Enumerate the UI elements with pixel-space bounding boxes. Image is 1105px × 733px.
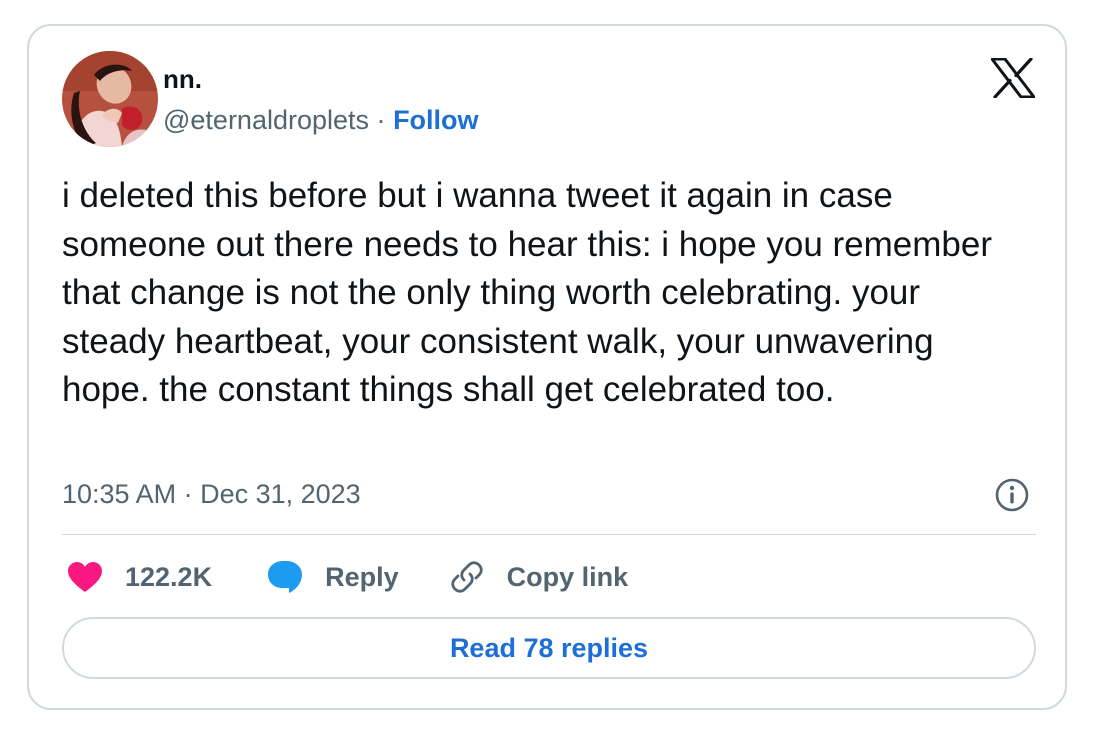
heart-icon <box>68 562 102 592</box>
speech-bubble-icon <box>268 561 303 593</box>
author-name[interactable]: nn. <box>163 64 202 94</box>
info-icon[interactable] <box>995 478 1029 512</box>
author-handle-line: @eternaldroplets · Follow <box>163 104 479 136</box>
reply-label: Reply <box>325 561 399 592</box>
follow-button[interactable]: Follow <box>393 105 478 135</box>
reply-button[interactable]: Reply <box>267 560 399 594</box>
link-icon <box>450 561 483 593</box>
copy-link-label: Copy link <box>506 561 629 592</box>
x-logo-icon[interactable] <box>990 57 1036 99</box>
like-count: 122.2K <box>125 561 213 592</box>
tweet-timestamp[interactable]: 10:35 AM · Dec 31, 2023 <box>62 478 361 510</box>
like-button[interactable]: 122.2K <box>67 561 212 593</box>
copy-link-button[interactable]: Copy link <box>449 559 629 595</box>
avatar[interactable] <box>62 51 158 147</box>
read-replies-button[interactable]: Read 78 replies <box>62 617 1036 679</box>
tweet-card: nn. @eternaldroplets · Follow i deleted … <box>27 24 1067 710</box>
tweet-text: i deleted this before but i wanna tweet … <box>62 176 992 409</box>
author-handle[interactable]: @eternaldroplets <box>163 105 369 135</box>
handle-separator: · <box>376 105 386 135</box>
divider <box>62 534 1036 535</box>
action-bar: 122.2K Reply Copy link <box>67 557 628 597</box>
